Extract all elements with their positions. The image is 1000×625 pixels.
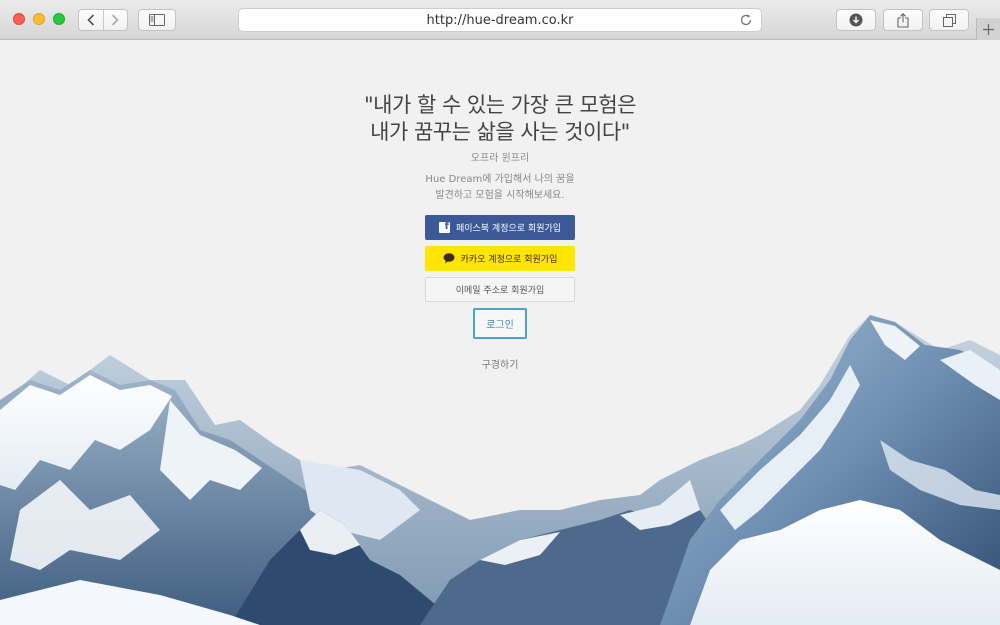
facebook-signup-label: 페이스북 계정으로 회원가입 [455, 224, 562, 234]
facebook-signup-button[interactable]: f 페이스북 계정으로 회원가입 [425, 215, 575, 240]
email-signup-label: 이메일 주소로 회원가입 [455, 286, 545, 296]
address-bar[interactable]: http://hue-dream.co.kr [238, 8, 762, 32]
kakao-signup-button[interactable]: 카카오 계정으로 회원가입 [425, 246, 575, 271]
kakao-signup-label: 카카오 계정으로 회원가입 [460, 255, 558, 265]
login-label: 로그인 [486, 320, 514, 331]
new-tab-button[interactable] [976, 18, 1000, 40]
browser-toolbar: http://hue-dream.co.kr [0, 0, 1000, 40]
signup-description: Hue Dream에 가입해서 나의 꿈을 발견하고 모험을 시작해보세요. [350, 172, 650, 204]
back-icon [87, 14, 95, 26]
browse-link[interactable]: 구경하기 [450, 356, 550, 371]
zoom-window-button[interactable] [53, 13, 65, 25]
tabs-icon [942, 13, 956, 27]
description-line-1: Hue Dream에 가입해서 나의 꿈을 [425, 174, 575, 185]
share-icon [897, 12, 909, 28]
email-signup-button[interactable]: 이메일 주소로 회원가입 [425, 277, 575, 302]
facebook-icon: f [438, 221, 450, 233]
login-button[interactable]: 로그인 [473, 308, 527, 339]
close-window-button[interactable] [13, 13, 25, 25]
forward-icon [112, 14, 120, 26]
share-button[interactable] [883, 9, 923, 31]
web-page: "내가 할 수 있는 가장 큰 모험은 내가 꿈꾸는 삶을 사는 것이다" 오프… [0, 40, 1000, 625]
back-button[interactable] [79, 10, 103, 30]
downloads-button[interactable] [836, 9, 876, 31]
quote-text: "내가 할 수 있는 가장 큰 모험은 내가 꿈꾸는 삶을 사는 것이다" [250, 92, 750, 146]
minimize-window-button[interactable] [33, 13, 45, 25]
forward-button[interactable] [102, 10, 127, 30]
sidebar-button[interactable] [138, 9, 176, 31]
description-line-2: 발견하고 모험을 시작해보세요. [435, 190, 565, 201]
quote-author: 오프라 윈프리 [470, 153, 530, 164]
kakao-speech-icon [443, 253, 455, 264]
download-icon [849, 13, 863, 27]
show-tabs-button[interactable] [929, 9, 969, 31]
reload-icon [740, 14, 752, 26]
reload-button[interactable] [739, 13, 753, 31]
sidebar-icon [149, 14, 165, 26]
url-text: http://hue-dream.co.kr [426, 12, 574, 28]
plus-icon [983, 23, 994, 35]
quote-line-2: 내가 꿈꾸는 삶을 사는 것이다" [370, 120, 630, 144]
quote-line-1: "내가 할 수 있는 가장 큰 모험은 [363, 93, 637, 117]
navigation-buttons [78, 9, 128, 31]
